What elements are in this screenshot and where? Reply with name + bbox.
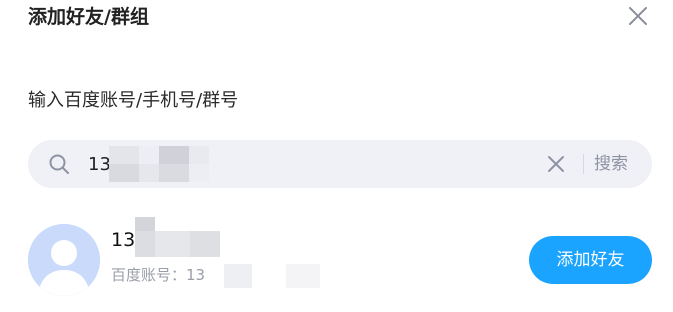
search-instruction: 输入百度账号/手机号/群号	[28, 90, 239, 111]
result-name: 13	[111, 229, 136, 251]
add-friend-dialog: 添加好友/群组 输入百度账号/手机号/群号 13 搜索 13 百度账号：13 添…	[0, 0, 673, 312]
dialog-title: 添加好友/群组	[28, 6, 149, 28]
add-friend-button[interactable]: 添加好友	[529, 236, 652, 284]
search-divider	[583, 154, 584, 174]
search-result-item: 13 百度账号：13 添加好友	[28, 214, 652, 304]
result-name-mosaic	[135, 217, 220, 257]
result-id-mosaic	[224, 264, 320, 288]
clear-icon[interactable]	[546, 154, 566, 174]
close-icon[interactable]	[626, 4, 650, 28]
search-input[interactable]	[88, 152, 528, 176]
result-account-id: 百度账号：13	[111, 266, 206, 284]
avatar[interactable]	[28, 224, 100, 296]
search-button[interactable]: 搜索	[594, 152, 628, 176]
search-bar: 搜索	[28, 140, 652, 188]
search-icon	[48, 153, 70, 175]
